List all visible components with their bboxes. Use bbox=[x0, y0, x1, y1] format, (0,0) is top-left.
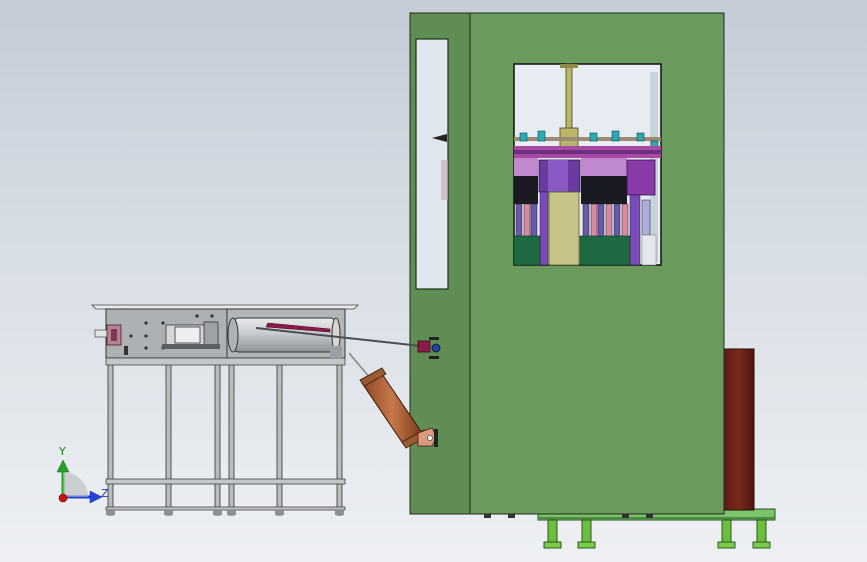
axis-y-label: Y bbox=[58, 445, 66, 458]
origin-dot bbox=[58, 493, 68, 503]
foot bbox=[577, 519, 596, 549]
central-cylinder bbox=[548, 191, 580, 266]
axis-z-label: Z bbox=[101, 487, 109, 500]
cad-viewport[interactable]: Y Z bbox=[0, 0, 867, 562]
foot bbox=[717, 519, 736, 549]
vertical-shaft bbox=[565, 63, 573, 135]
inspection-window bbox=[513, 63, 662, 266]
side-electrical-box bbox=[722, 348, 755, 511]
model-canvas[interactable]: Y Z bbox=[0, 0, 867, 562]
foot bbox=[752, 519, 771, 549]
leveling-feet bbox=[543, 519, 771, 549]
foot bbox=[543, 519, 562, 549]
drum bbox=[227, 317, 342, 358]
coordinate-triad: Y Z bbox=[56, 445, 109, 504]
